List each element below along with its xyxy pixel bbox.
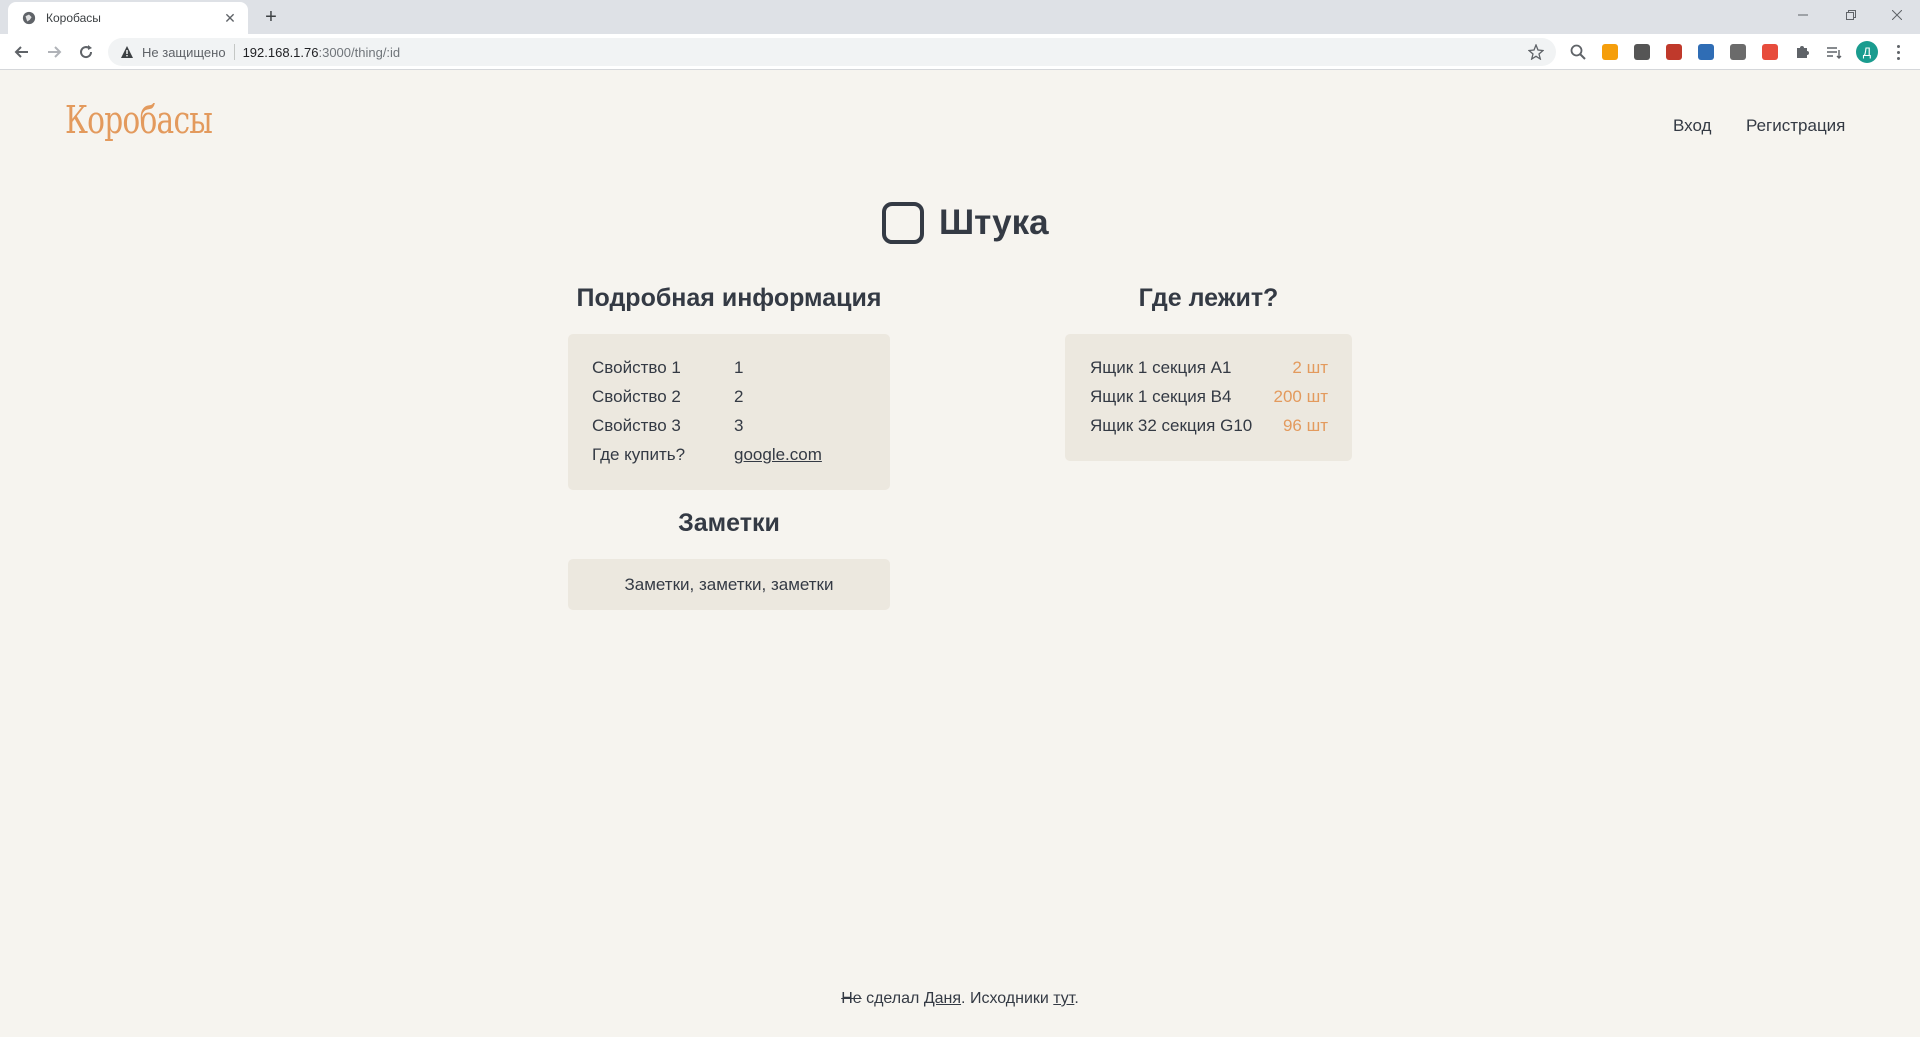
footer-text: . (1074, 990, 1079, 1007)
property-label: Свойство 1 (592, 358, 681, 377)
location-quantity: 96 шт (1282, 416, 1328, 435)
property-value: 2 (734, 387, 744, 406)
extension-icon[interactable] (1698, 44, 1714, 60)
reading-list-icon[interactable] (1826, 44, 1842, 60)
security-label[interactable]: Не защищено (142, 45, 226, 60)
browser-toolbar: Не защищено 192.168.1.76:3000/thing/:id (0, 34, 1920, 70)
details-card: Свойство 1 1 Свойство 2 2 Свойство 3 3 Г… (568, 334, 890, 490)
details-heading: Подробная информация (576, 284, 882, 312)
property-value: 1 (734, 358, 744, 377)
location-card: Ящик 1 секция A1 2 шт Ящик 1 секция B4 2… (1065, 334, 1352, 461)
location-name: Ящик 1 секция A1 (1090, 358, 1232, 377)
tab-title: Коробасы (46, 11, 101, 25)
puzzle-icon[interactable] (1794, 44, 1810, 60)
extension-icon[interactable] (1666, 44, 1682, 60)
url-path: :3000/thing/:id (318, 44, 401, 60)
notes-card: Заметки, заметки, заметки (568, 559, 890, 610)
footer-text: сделал (861, 990, 924, 1007)
notes-heading: Заметки (678, 509, 780, 537)
property-value: 3 (734, 416, 744, 435)
bookmark-star-icon[interactable] (1528, 44, 1544, 60)
notes-text: Заметки, заметки, заметки (624, 574, 834, 594)
page-title-wrap: Штука (882, 202, 1049, 244)
site-logo[interactable]: Коробасы (65, 98, 213, 142)
extension-icon[interactable] (1730, 44, 1746, 60)
browser-tab[interactable]: Коробасы ✕ (8, 2, 248, 34)
close-window-icon[interactable] (1874, 0, 1920, 30)
url-host: 192.168.1.76 (242, 44, 319, 60)
footer: Не сделал Даня. Исходники тут. (0, 990, 1920, 1008)
profile-avatar[interactable]: Д (1856, 41, 1878, 63)
browser-tab-bar: Коробасы ✕ + (0, 0, 1920, 34)
login-link[interactable]: Вход (1673, 116, 1711, 136)
location-name: Ящик 1 секция B4 (1090, 387, 1232, 406)
thing-icon (882, 202, 924, 244)
sources-link[interactable]: тут (1053, 990, 1074, 1007)
reload-icon[interactable] (72, 38, 100, 66)
author-link[interactable]: Даня (924, 990, 961, 1007)
search-icon[interactable] (1570, 44, 1586, 60)
property-label: Свойство 3 (592, 416, 681, 435)
globe-icon (22, 11, 36, 25)
register-link[interactable]: Регистрация (1746, 116, 1845, 136)
browser-menu-icon[interactable] (1890, 41, 1906, 63)
buy-link[interactable]: google.com (734, 445, 822, 465)
restore-icon[interactable] (1828, 0, 1874, 30)
location-quantity: 200 шт (1273, 387, 1328, 406)
property-label: Где купить? (592, 445, 686, 464)
location-name: Ящик 32 секция G10 (1090, 416, 1253, 435)
warning-icon (121, 46, 133, 58)
location-heading: Где лежит? (1138, 284, 1279, 312)
address-bar[interactable]: Не защищено 192.168.1.76:3000/thing/:id (108, 38, 1556, 66)
extension-icon[interactable] (1634, 44, 1650, 60)
location-quantity: 2 шт (1292, 358, 1328, 377)
property-label: Свойство 2 (592, 387, 681, 406)
extension-icon[interactable] (1602, 44, 1618, 60)
minimize-icon[interactable] (1780, 0, 1826, 30)
back-arrow-icon[interactable] (8, 38, 36, 66)
page-title: Штука (939, 203, 1049, 242)
omnibox-divider (233, 44, 235, 60)
footer-text: . Исходники (961, 990, 1054, 1007)
close-tab-icon[interactable]: ✕ (222, 10, 238, 26)
forward-arrow-icon[interactable] (40, 38, 68, 66)
footer-strike-text: Не (841, 990, 862, 1007)
extension-icon[interactable] (1762, 44, 1778, 60)
new-tab-button[interactable]: + (258, 4, 284, 30)
